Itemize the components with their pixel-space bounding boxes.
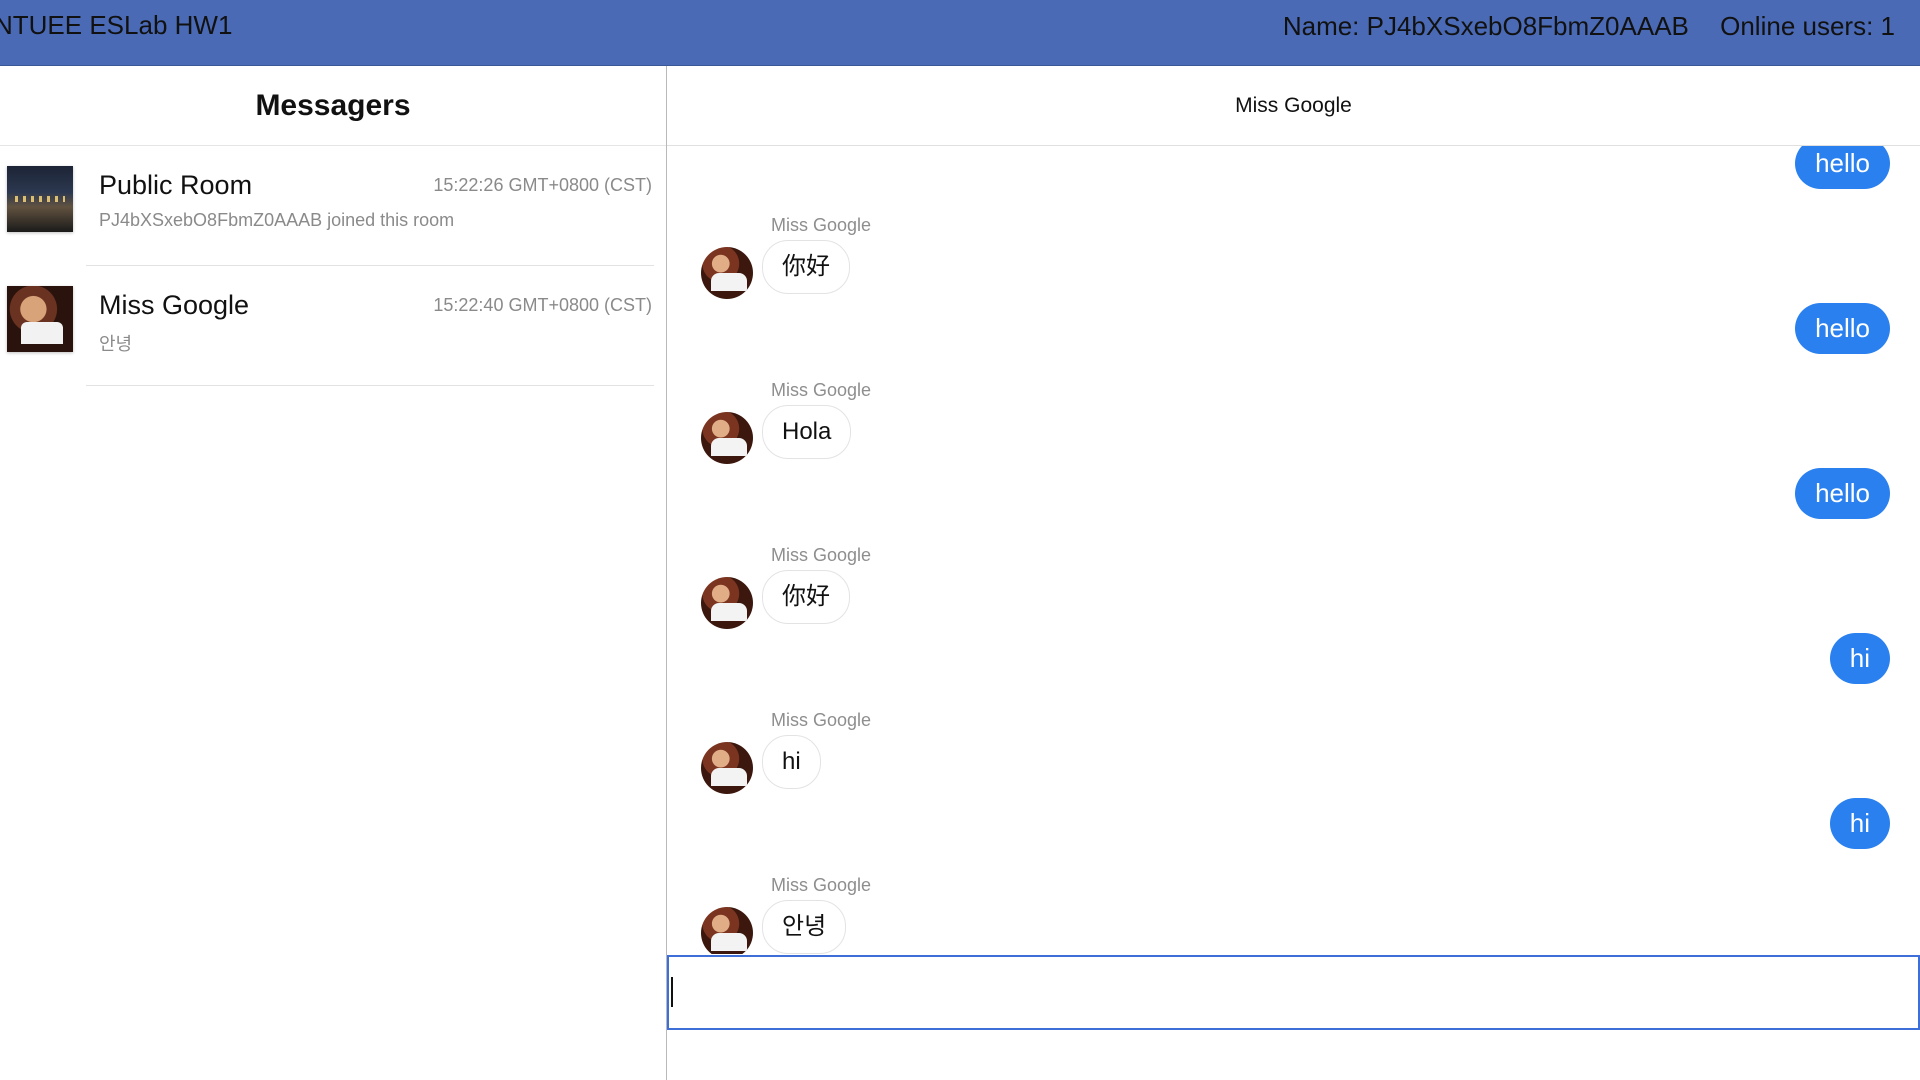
message-input-box[interactable] (667, 955, 1920, 1030)
chat-title: Miss Google (667, 66, 1920, 146)
message-sender: Miss Google (771, 380, 872, 400)
message-sender: Miss Google (771, 875, 872, 895)
incoming-bubble: 你好 (762, 240, 850, 294)
conversation-time: 15:22:40 GMT+0800 (CST) (433, 295, 652, 315)
conversation-info: Public Room 15:22:26 GMT+0800 (CST) PJ4b… (86, 146, 654, 266)
message-input[interactable] (669, 957, 1918, 1028)
miss-google-thumbnail (7, 286, 73, 352)
incoming-bubble: 你好 (762, 570, 850, 624)
user-info: Name: PJ4bXSxebO8FbmZ0AAAB Online users:… (1283, 11, 1895, 42)
incoming-bubble: Hola (762, 405, 852, 459)
sender-avatar (701, 907, 753, 954)
conversation-name: Miss Google (99, 290, 250, 320)
incoming-bubble: 안녕 (762, 900, 847, 954)
conversation-preview: PJ4bXSxebO8FbmZ0AAAB joined this room (99, 210, 455, 230)
conversation-miss-google[interactable]: Miss Google 15:22:40 GMT+0800 (CST) 안녕 (0, 266, 666, 386)
chat-app: NTUEE ESLab HW1 Name: PJ4bXSxebO8FbmZ0AA… (0, 0, 1920, 1080)
conversation-info: Miss Google 15:22:40 GMT+0800 (CST) 안녕 (86, 266, 654, 386)
text-caret (671, 977, 673, 1007)
sender-avatar (701, 247, 753, 299)
outgoing-message: hi (667, 623, 1920, 788)
outgoing-bubble: hello (1795, 303, 1890, 354)
outgoing-message: hello (667, 293, 1920, 458)
message-sender: Miss Google (771, 710, 872, 730)
sender-avatar (701, 742, 753, 794)
message-list[interactable]: hello Miss Google 你好 hello Miss Google H… (667, 146, 1920, 954)
outgoing-message: hello (667, 458, 1920, 623)
outgoing-bubble: hi (1829, 633, 1890, 684)
outgoing-message: hi (667, 788, 1920, 953)
public-room-thumbnail (7, 166, 73, 232)
sender-avatar (701, 412, 753, 464)
top-bar: NTUEE ESLab HW1 Name: PJ4bXSxebO8FbmZ0AA… (0, 0, 1920, 66)
sender-avatar (701, 577, 753, 629)
conversation-name: Public Room (99, 170, 253, 200)
username-label: Name: PJ4bXSxebO8FbmZ0AAAB (1282, 11, 1689, 41)
sidebar-title: Messagers (0, 66, 666, 146)
chat-panel: Miss Google hello Miss Google 你好 hello M… (667, 66, 1920, 1080)
online-users-count: Online users: 1 (1720, 11, 1895, 41)
message-sender: Miss Google (771, 545, 872, 565)
incoming-bubble: hi (762, 735, 821, 789)
outgoing-bubble: hello (1795, 468, 1890, 519)
conversation-time: 15:22:26 GMT+0800 (CST) (433, 175, 652, 195)
app-title: NTUEE ESLab HW1 (0, 10, 233, 40)
outgoing-bubble: hi (1829, 798, 1890, 849)
message-sender: Miss Google (771, 215, 872, 235)
outgoing-bubble: hello (1795, 146, 1890, 189)
conversation-sidebar: Messagers Public Room 15:22:26 GMT+0800 … (0, 66, 667, 1080)
conversation-public-room[interactable]: Public Room 15:22:26 GMT+0800 (CST) PJ4b… (0, 146, 666, 266)
conversation-preview: 안녕 (99, 334, 133, 354)
message-stack: hello Miss Google 你好 hello Miss Google H… (667, 146, 1920, 954)
